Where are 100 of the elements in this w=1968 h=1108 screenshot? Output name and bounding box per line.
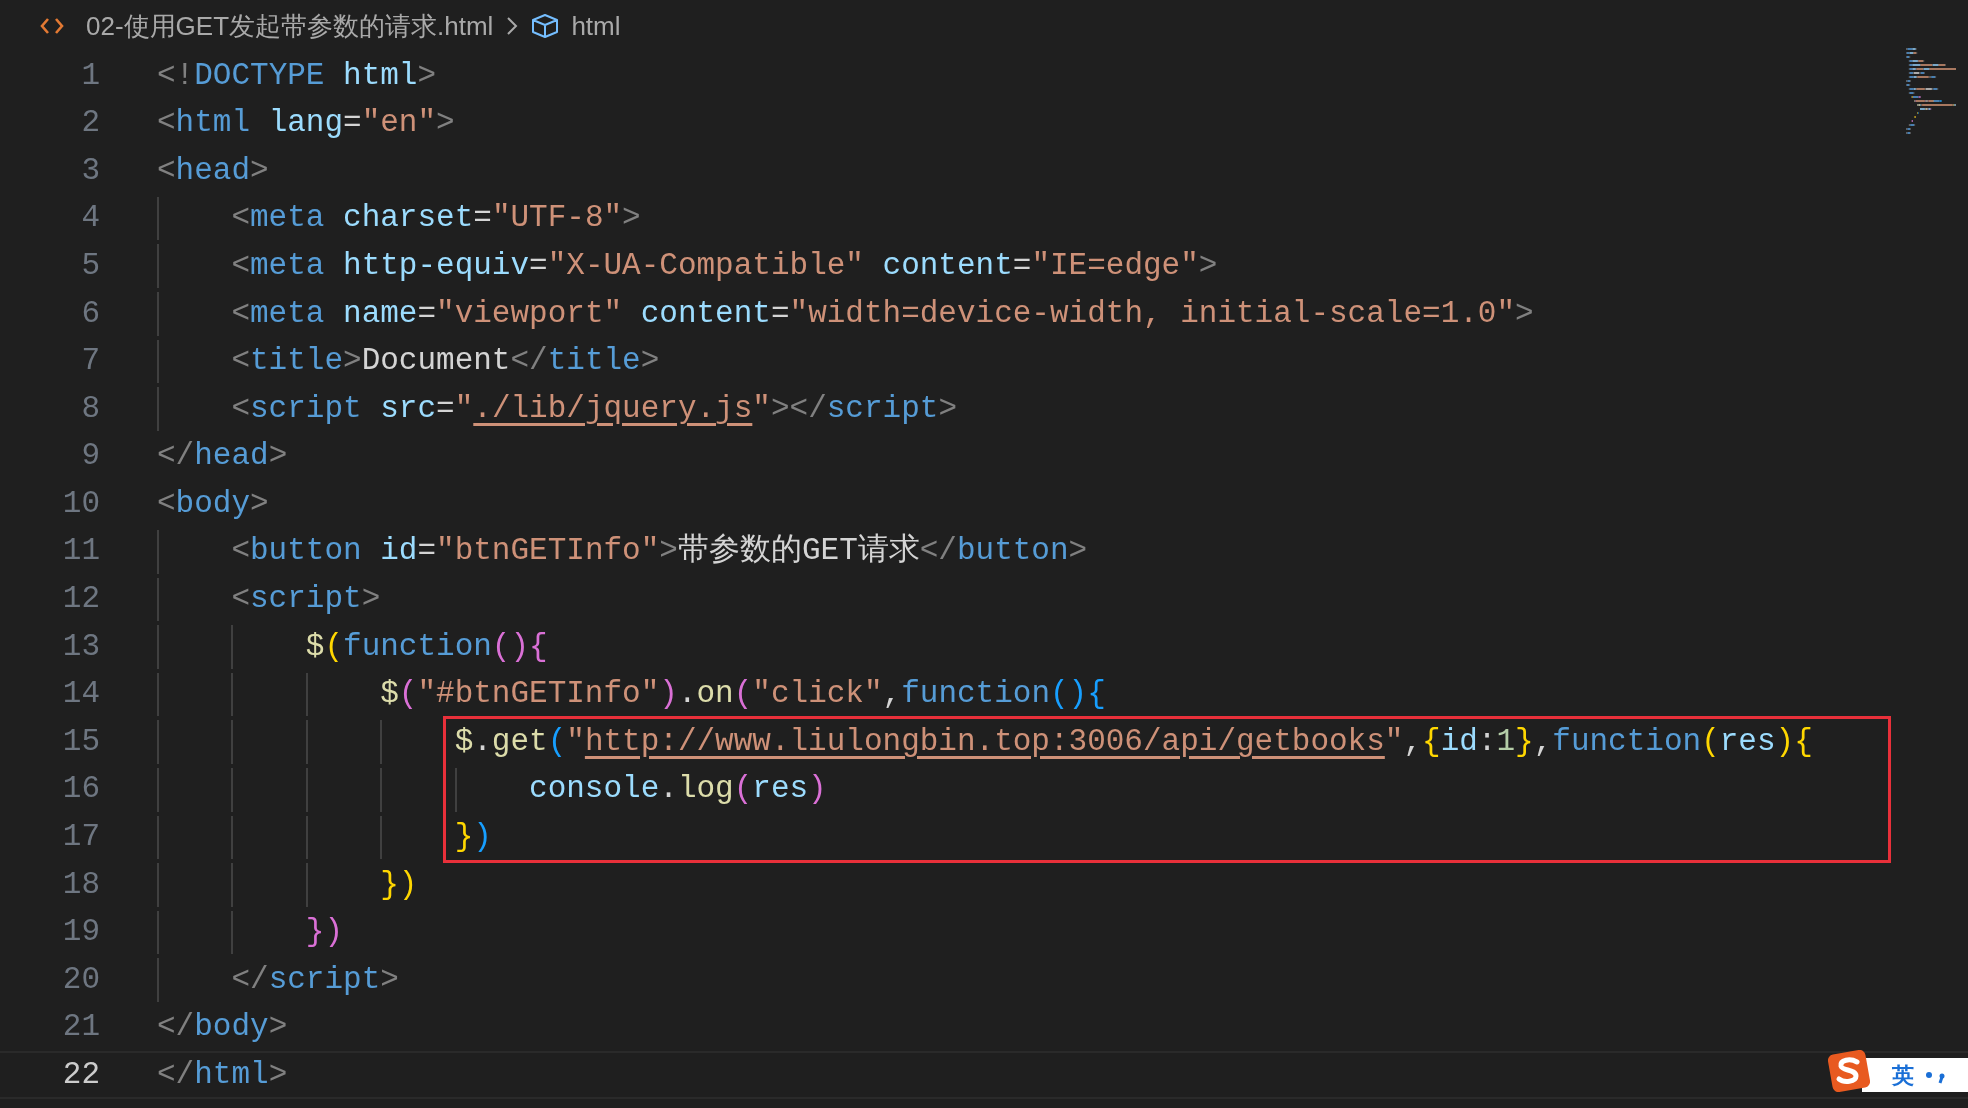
tag-punctuation: > xyxy=(268,437,288,476)
string-literal: "en" xyxy=(361,104,437,143)
attribute-name: html xyxy=(342,56,418,95)
code-text: , xyxy=(1403,722,1423,761)
string-literal: "btnGETInfo" xyxy=(436,532,660,571)
code-text: . xyxy=(677,675,697,714)
line-number: 3 xyxy=(80,151,100,190)
tag-punctuation: < xyxy=(231,389,250,428)
tag-punctuation: > xyxy=(343,342,362,381)
line-number: 4 xyxy=(80,199,100,238)
bracket: ( xyxy=(547,722,567,761)
tag-punctuation: < xyxy=(231,199,250,238)
number-literal: 1 xyxy=(1496,722,1516,761)
tag-punctuation: < xyxy=(231,342,250,381)
tag-punctuation: < xyxy=(157,151,176,190)
bracket: ) xyxy=(808,770,827,809)
variable-name: res xyxy=(752,770,809,809)
code-text: . xyxy=(659,770,678,809)
tag-name: title xyxy=(547,342,641,381)
tag-punctuation: </ xyxy=(231,960,269,999)
breadcrumb-symbol[interactable]: html xyxy=(571,6,621,46)
input-mode-label[interactable]: 英 xyxy=(1892,1058,1914,1092)
tag-punctuation: > xyxy=(622,199,641,238)
function-name: $ xyxy=(380,675,399,714)
code-text: , xyxy=(1533,722,1553,761)
bracket: ( xyxy=(733,770,753,809)
tag-name: DOCTYPE xyxy=(194,56,325,95)
tag-name: meta xyxy=(250,294,325,333)
attribute-name: name xyxy=(342,294,418,333)
variable-name: console xyxy=(529,770,660,809)
code-text: = xyxy=(436,389,455,428)
tag-punctuation: < xyxy=(231,246,250,285)
tag-punctuation: </ xyxy=(157,1056,195,1094)
attribute-name: lang xyxy=(267,104,344,143)
tag-punctuation: < xyxy=(231,580,250,619)
tag-punctuation: </ xyxy=(157,1008,195,1047)
string-literal: "X-UA-Compatible" xyxy=(547,246,864,285)
line-number: 15 xyxy=(61,722,100,761)
attribute-name: content xyxy=(881,246,1013,285)
bracket: ( xyxy=(1701,722,1720,761)
code-file-icon xyxy=(40,16,64,36)
tag-name: head xyxy=(175,151,251,190)
bracket: { xyxy=(1422,722,1441,761)
tag-punctuation: < xyxy=(231,294,250,333)
line-number: 18 xyxy=(61,865,100,904)
tag-punctuation: < xyxy=(157,104,176,143)
bracket: (){ xyxy=(491,627,548,666)
bracket: ) xyxy=(659,675,678,714)
tag-punctuation: > xyxy=(250,151,269,190)
bracket: (){ xyxy=(1050,675,1106,714)
line-number: 2 xyxy=(80,104,100,143)
tag-name: button xyxy=(956,532,1069,571)
link-text[interactable]: ./lib/jquery.js xyxy=(473,385,753,433)
code-text: = xyxy=(343,104,362,143)
chevron-right-icon xyxy=(505,15,520,37)
line-number: 10 xyxy=(61,484,100,523)
code-text: Document xyxy=(361,342,511,381)
tag-punctuation: > xyxy=(417,56,437,95)
tag-name: meta xyxy=(250,246,325,285)
tag-punctuation: > xyxy=(938,389,957,428)
tag-punctuation: > xyxy=(361,580,381,619)
string-literal: " xyxy=(454,389,474,428)
line-number: 16 xyxy=(61,770,100,809)
tag-punctuation: > xyxy=(1515,294,1534,333)
code-text: 带参数的GET请求 xyxy=(677,532,920,571)
bracket: }) xyxy=(305,913,344,952)
string-literal: "#btnGETInfo" xyxy=(417,675,660,714)
line-number: 13 xyxy=(61,627,100,666)
string-literal: "UTF-8" xyxy=(491,199,623,238)
tag-punctuation: > xyxy=(250,484,269,523)
tag-punctuation: < xyxy=(231,532,250,571)
link-text[interactable]: http://www.liulongbin.top:3006/api/getbooks xyxy=(584,718,1385,766)
line-number: 17 xyxy=(61,818,100,857)
code-text: = xyxy=(529,246,548,285)
function-name: $ xyxy=(305,627,325,666)
string-literal: " xyxy=(752,389,771,428)
tag-name: head xyxy=(194,437,269,476)
attribute-name: content xyxy=(639,294,771,333)
tag-punctuation: </ xyxy=(919,532,957,571)
tag-punctuation: > xyxy=(436,104,455,143)
code-text: = xyxy=(417,532,437,571)
code-text: = xyxy=(473,199,492,238)
tag-name: button xyxy=(250,532,362,571)
breadcrumb-file[interactable]: 02-使用GET发起带参数的请求.html xyxy=(86,6,494,46)
code-text: = xyxy=(1012,246,1032,285)
tag-name: title xyxy=(250,342,344,381)
tag-name: html xyxy=(175,104,251,143)
tag-name: body xyxy=(175,484,251,523)
line-number: 14 xyxy=(61,675,100,714)
tag-punctuation: > xyxy=(659,532,678,571)
bracket: ( xyxy=(733,675,753,714)
bracket: } xyxy=(454,818,474,857)
attribute-name: charset xyxy=(342,199,474,238)
tag-punctuation: > xyxy=(1198,246,1218,285)
logo-icon[interactable] xyxy=(1828,1050,1870,1092)
bracket: }) xyxy=(380,865,418,904)
cube-icon xyxy=(531,13,560,39)
tag-punctuation: > xyxy=(268,1056,288,1094)
line-number: 22 xyxy=(61,1056,100,1094)
tag-name: script xyxy=(250,580,362,619)
